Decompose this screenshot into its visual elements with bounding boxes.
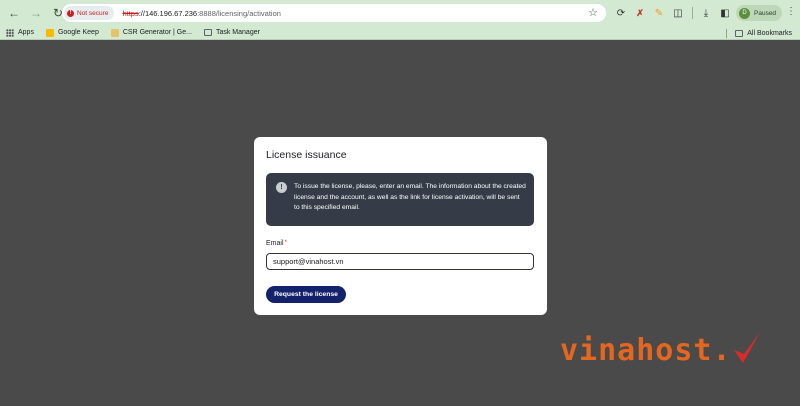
bookmark-csr-generator[interactable]: CSR Generator | Ge...: [110, 28, 192, 37]
security-label: Not secure: [77, 9, 109, 17]
extension-x-icon[interactable]: ✗: [631, 4, 649, 22]
email-label-text: Email: [266, 240, 284, 247]
address-bar[interactable]: ! Not secure https://146.196.67.236:8888…: [62, 4, 606, 22]
brand-logo: vinahost.: [560, 330, 762, 366]
bookmark-apps[interactable]: Apps: [6, 28, 34, 37]
bookmark-label: CSR Generator | Ge...: [122, 29, 192, 36]
url-port: :8888: [197, 8, 216, 18]
email-label: Email*: [266, 240, 287, 247]
url-host: ://146.196.67.236: [138, 8, 198, 18]
all-bookmarks-label: All Bookmarks: [747, 29, 792, 37]
exclamation-icon: !: [276, 182, 287, 193]
folder-icon: [203, 29, 212, 36]
bookmark-google-keep[interactable]: Google Keep: [45, 28, 99, 37]
bookmark-label: Task Manager: [215, 29, 260, 36]
back-button[interactable]: ←: [4, 3, 24, 23]
bookmarks-divider: [726, 28, 728, 38]
lock-icon: [110, 28, 119, 37]
apps-grid-icon: [6, 28, 14, 37]
info-banner: ! To issue the license, please, enter an…: [266, 173, 534, 226]
forward-button[interactable]: →: [26, 3, 46, 23]
warning-icon: !: [67, 9, 74, 17]
url-scheme: https: [122, 8, 139, 18]
profile-status: Paused: [754, 9, 777, 17]
request-license-button[interactable]: Request the license: [266, 286, 346, 303]
menu-dots-icon[interactable]: ⋮: [786, 7, 796, 17]
url-path: /licensing/activation: [215, 8, 281, 18]
url-text: https://146.196.67.236:8888/licensing/ac…: [122, 9, 280, 18]
browser-toolbar: ← → ↻ ! Not secure https://146.196.67.23…: [0, 0, 800, 26]
license-dialog: License issuance ! To issue the license,…: [254, 137, 547, 315]
keep-icon: [45, 28, 54, 37]
bookmark-label: Apps: [18, 29, 34, 36]
folder-icon: [735, 29, 744, 37]
toolbar-divider: [692, 7, 693, 19]
security-chip[interactable]: ! Not secure: [64, 6, 115, 20]
extension-icons: ⟳ ✗ ✎ ◫ ⤓ ◧: [612, 4, 735, 22]
extension-sync-icon[interactable]: ⟳: [612, 4, 630, 22]
bookmark-task-manager[interactable]: Task Manager: [203, 29, 260, 36]
bookmark-star-icon[interactable]: ☆: [588, 6, 598, 19]
required-mark: *: [284, 240, 287, 246]
avatar: D: [739, 7, 750, 19]
brand-wordmark: vinahost.: [560, 333, 732, 368]
dialog-title: License issuance: [266, 149, 347, 161]
email-field[interactable]: [266, 253, 534, 270]
extensions-puzzle-icon[interactable]: ◫: [669, 4, 687, 22]
extension-pen-icon[interactable]: ✎: [650, 4, 668, 22]
bookmark-label: Google Keep: [57, 29, 99, 36]
bookmarks-bar: Apps Google Keep CSR Generator | Ge... T…: [0, 26, 800, 40]
downloads-icon[interactable]: ⤓: [697, 4, 715, 22]
info-text: To issue the license, please, enter an e…: [294, 183, 526, 211]
checkmark-icon: [733, 332, 760, 363]
all-bookmarks[interactable]: All Bookmarks: [726, 26, 792, 40]
profile-button[interactable]: D Paused: [736, 5, 782, 21]
side-panel-icon[interactable]: ◧: [716, 4, 734, 22]
